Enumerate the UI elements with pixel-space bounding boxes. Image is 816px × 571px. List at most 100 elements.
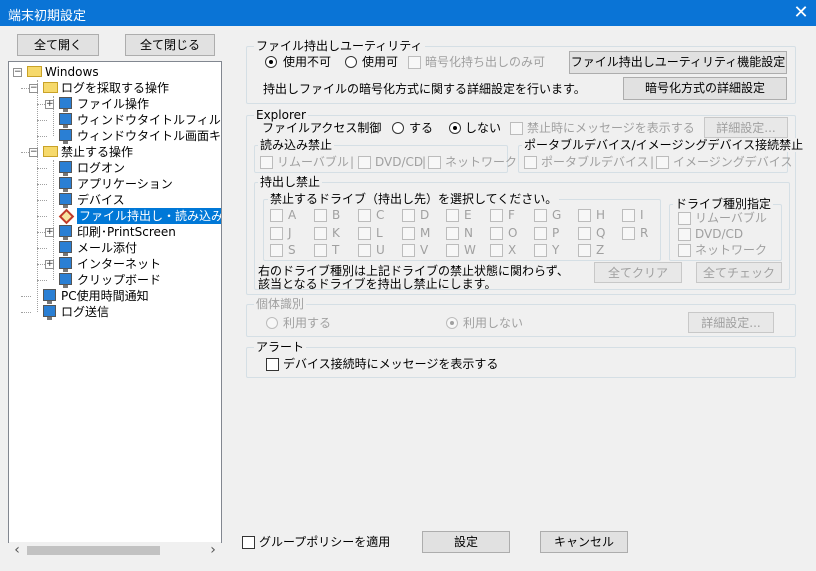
- collapse-icon[interactable]: −: [29, 84, 38, 93]
- tree-item[interactable]: − ログを採取する操作: [9, 80, 221, 96]
- access-off-radio[interactable]: [449, 122, 461, 134]
- tree-item-label: メール添付: [77, 241, 138, 255]
- tree-item[interactable]: + インターネット: [9, 256, 221, 272]
- drive-m-checkbox[interactable]: [402, 227, 415, 240]
- drive-o-checkbox[interactable]: [490, 227, 503, 240]
- group-policy-checkbox[interactable]: [242, 536, 255, 549]
- drive-a-checkbox[interactable]: [270, 209, 283, 222]
- tree-item[interactable]: ログ送信: [9, 304, 221, 320]
- identity-use-radio[interactable]: [266, 317, 278, 329]
- cancel-button[interactable]: キャンセル: [540, 531, 628, 553]
- computer-icon: [59, 241, 72, 256]
- drive-y-checkbox[interactable]: [534, 244, 547, 257]
- drive-x-checkbox[interactable]: [490, 244, 503, 257]
- type-dvd-checkbox[interactable]: [678, 228, 691, 241]
- ok-button[interactable]: 設定: [422, 531, 510, 553]
- imaging-device-label: イメージングデバイス: [673, 155, 793, 169]
- computer-icon: [59, 225, 72, 240]
- tree-item[interactable]: − Windows: [9, 64, 221, 80]
- scroll-thumb[interactable]: [27, 546, 160, 555]
- read-removable-checkbox[interactable]: [260, 156, 273, 169]
- drive-t-checkbox[interactable]: [314, 244, 327, 257]
- scroll-right-icon[interactable]: ›: [207, 542, 219, 559]
- read-removable-label: リムーバブル: [277, 155, 349, 169]
- title-bar: 端末初期設定 ✕: [0, 0, 816, 26]
- drive-l-checkbox[interactable]: [358, 227, 371, 240]
- clear-all-button[interactable]: 全てクリア: [594, 262, 682, 283]
- drive-i-checkbox[interactable]: [622, 209, 635, 222]
- drive-z-checkbox[interactable]: [578, 244, 591, 257]
- tree-item[interactable]: デバイス: [9, 192, 221, 208]
- read-network-checkbox[interactable]: [428, 156, 441, 169]
- drive-g-checkbox[interactable]: [534, 209, 547, 222]
- tree-item[interactable]: メール添付: [9, 240, 221, 256]
- show-message-checkbox[interactable]: [510, 122, 523, 135]
- type-removable-checkbox[interactable]: [678, 212, 691, 225]
- tree-item[interactable]: PC使用時間通知: [9, 288, 221, 304]
- expand-icon[interactable]: +: [45, 228, 54, 237]
- tree-item[interactable]: クリップボード: [9, 272, 221, 288]
- read-block-legend: 読み込み禁止: [258, 138, 335, 152]
- utility-enable-label: 使用可: [362, 55, 399, 69]
- diamond-icon: [58, 208, 75, 225]
- identity-detail-button[interactable]: 詳細設定...: [688, 312, 774, 333]
- explorer-detail-button[interactable]: 詳細設定...: [704, 117, 788, 138]
- drive-h-checkbox[interactable]: [578, 209, 591, 222]
- type-network-checkbox[interactable]: [678, 244, 691, 257]
- check-all-button[interactable]: 全てチェック: [696, 262, 782, 283]
- drive-c-checkbox[interactable]: [358, 209, 371, 222]
- drive-k-checkbox[interactable]: [314, 227, 327, 240]
- drive-e-checkbox[interactable]: [446, 209, 459, 222]
- close-icon[interactable]: ✕: [786, 0, 816, 26]
- read-dvd-checkbox[interactable]: [358, 156, 371, 169]
- tree-horizontal-scrollbar[interactable]: ‹ ›: [9, 542, 221, 559]
- drive-p-checkbox[interactable]: [534, 227, 547, 240]
- tree-item[interactable]: + 印刷･PrintScreen: [9, 224, 221, 240]
- utility-disable-radio[interactable]: [265, 56, 277, 68]
- tree-item-label: インターネット: [77, 257, 162, 271]
- tree-item[interactable]: ウィンドウタイトルフィルタ: [9, 112, 221, 128]
- drive-d-checkbox[interactable]: [402, 209, 415, 222]
- drive-q-checkbox[interactable]: [578, 227, 591, 240]
- collapse-icon[interactable]: −: [29, 148, 38, 157]
- drive-f-checkbox[interactable]: [490, 209, 503, 222]
- imaging-device-checkbox[interactable]: [656, 156, 669, 169]
- portable-block-legend: ポータブルデバイス/イメージングデバイス接続禁止: [522, 138, 806, 152]
- drive-u-checkbox[interactable]: [358, 244, 371, 257]
- type-removable-label: リムーバブル: [695, 211, 767, 225]
- tree-item-label: ログオン: [77, 161, 126, 175]
- drive-j-checkbox[interactable]: [270, 227, 283, 240]
- drive-b-checkbox[interactable]: [314, 209, 327, 222]
- tree-item[interactable]: アプリケーション: [9, 176, 221, 192]
- alert-message-checkbox[interactable]: [266, 358, 279, 371]
- tree-item[interactable]: ファイル持出し・読み込み: [9, 208, 221, 225]
- encryption-settings-button[interactable]: 暗号化方式の詳細設定: [623, 77, 787, 100]
- collapse-all-button[interactable]: 全て閉じる: [125, 34, 215, 56]
- drive-r-checkbox[interactable]: [622, 227, 635, 240]
- settings-tree[interactable]: − Windows − ログを採取する操作 + ファイル操作 ウィンドウタイトルフィルタ ウィ…: [8, 61, 222, 543]
- scroll-left-icon[interactable]: ‹: [11, 542, 23, 559]
- drive-v-checkbox[interactable]: [402, 244, 415, 257]
- collapse-icon[interactable]: −: [13, 68, 22, 77]
- encrypt-only-checkbox[interactable]: [408, 56, 421, 69]
- access-on-radio[interactable]: [392, 122, 404, 134]
- utility-settings-button[interactable]: ファイル持出しユーティリティ機能設定: [569, 51, 787, 74]
- tree-item[interactable]: + ファイル操作: [9, 96, 221, 112]
- expand-icon[interactable]: +: [45, 100, 54, 109]
- drive-w-checkbox[interactable]: [446, 244, 459, 257]
- portable-device-checkbox[interactable]: [524, 156, 537, 169]
- drive-n-checkbox[interactable]: [446, 227, 459, 240]
- computer-icon: [59, 177, 72, 192]
- utility-enable-radio[interactable]: [345, 56, 357, 68]
- drive-s-checkbox[interactable]: [270, 244, 283, 257]
- expand-all-button[interactable]: 全て開く: [17, 34, 99, 56]
- type-network-label: ネットワーク: [695, 243, 768, 257]
- identity-nouse-radio[interactable]: [446, 317, 458, 329]
- tree-item[interactable]: ウィンドウタイトル画面キャ: [9, 128, 221, 144]
- tree-item[interactable]: ログオン: [9, 160, 221, 176]
- expand-icon[interactable]: +: [45, 260, 54, 269]
- group-policy-label: グループポリシーを適用: [259, 535, 391, 549]
- tree-item[interactable]: − 禁止する操作: [9, 144, 221, 160]
- drive-label: K: [332, 226, 340, 240]
- drive-label: I: [640, 208, 644, 222]
